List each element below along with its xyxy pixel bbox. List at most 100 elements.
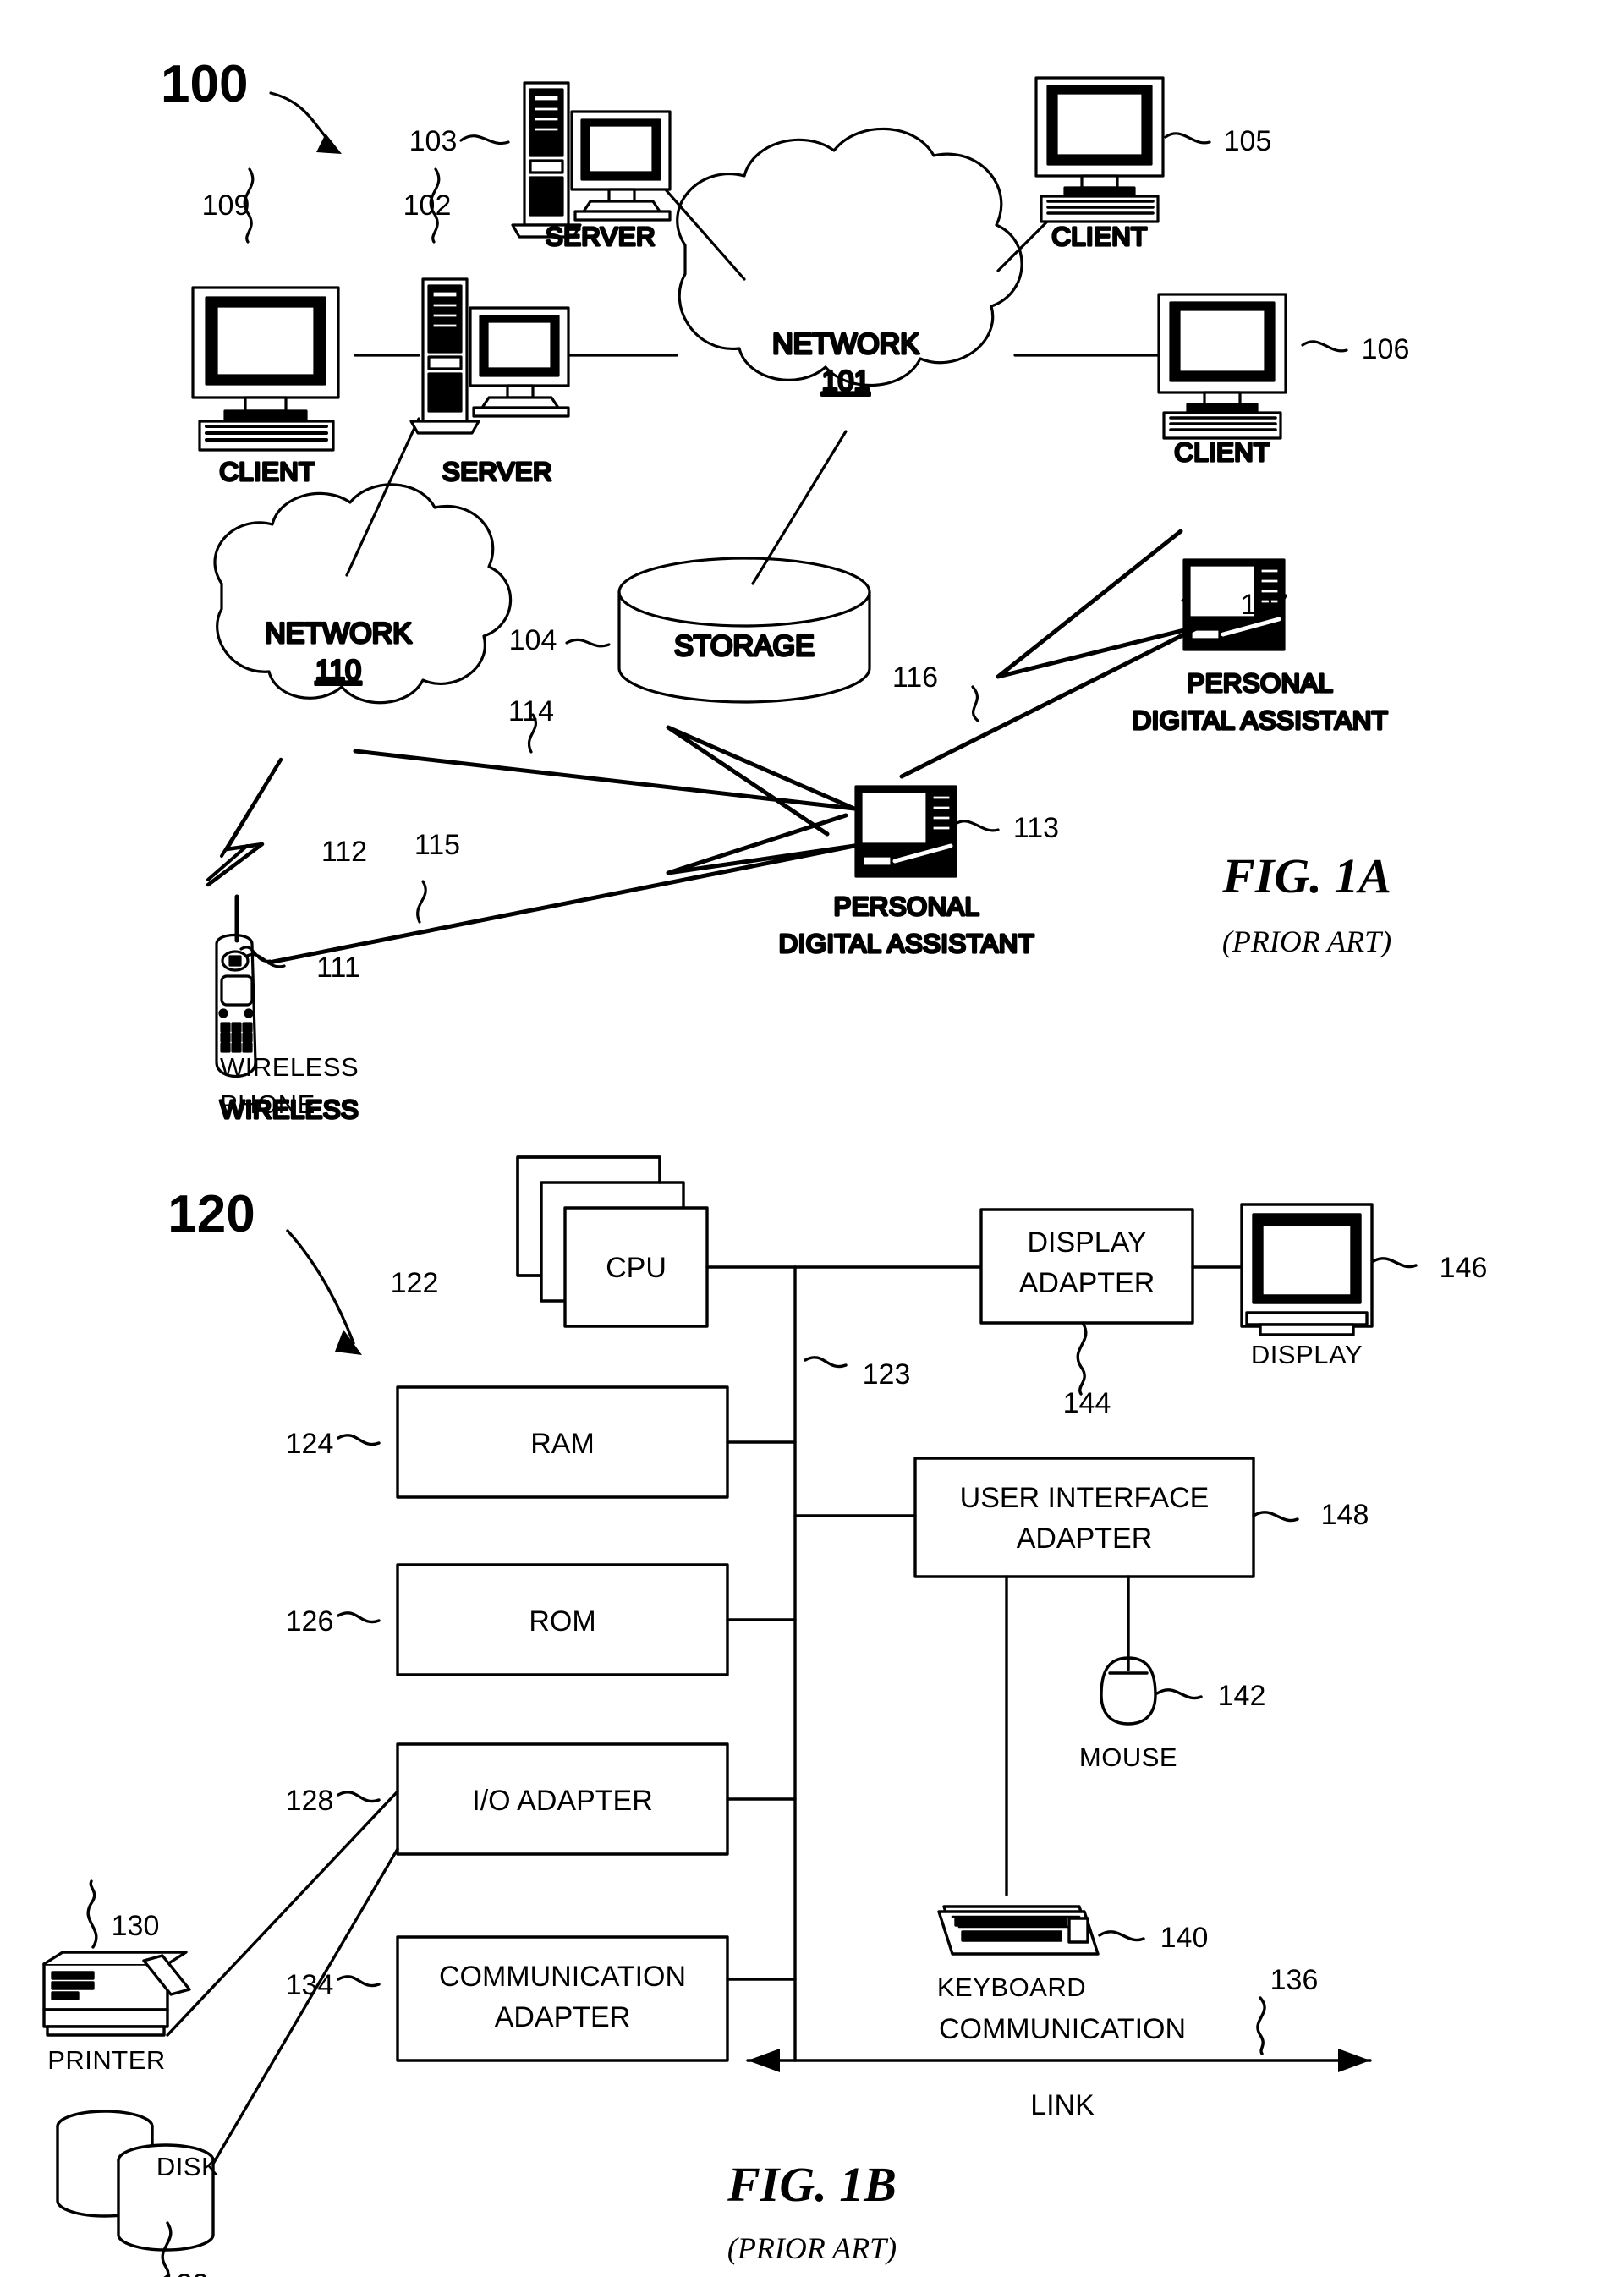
server-102-label: SERVER [442,457,552,486]
client-106-label: CLIENT [1174,437,1270,467]
keyboard-label: KEYBOARD [937,1972,1086,2002]
lead-100-arrowhead [316,134,342,154]
phone-111-label-b: PHONE [220,1089,315,1119]
ui-adapter-label-line1: USER INTERFACE [960,1482,1210,1514]
client-105-label: CLIENT [1051,222,1147,251]
comm-link-right-arrow [1338,2049,1370,2072]
server-102-icon [409,277,570,435]
lead-106 [1301,340,1348,353]
ref-104: 104 [509,624,557,656]
figure-1b-subtitle: (PRIOR ART) [727,2231,897,2265]
ref-130: 130 [112,1910,160,1942]
server-103-icon [511,81,672,239]
lead-103 [459,134,510,145]
bolt-114 [353,725,857,837]
printer-label: PRINTER [47,2045,166,2075]
ref-111: 111 [316,952,360,984]
ref-113: 113 [1013,812,1059,844]
disk-label: DISK [156,2152,219,2181]
ref-100: 100 [161,55,248,113]
ref-105: 105 [1224,125,1272,157]
ref-120: 120 [167,1185,255,1243]
comm-adapter-block [396,1935,729,2062]
printer-icon [42,1951,191,2037]
ref-136: 136 [1270,1964,1319,1996]
ref-148: 148 [1321,1499,1369,1531]
ref-102: 102 [403,189,452,222]
pda-107-label-line1: PERSONAL [1188,668,1334,698]
ref-122: 122 [391,1267,439,1299]
ref-103: 103 [409,125,458,157]
lead-146 [1370,1257,1418,1269]
figure-1b: CPU RAM ROM I/O ADAPTER COMMUNICATION AD… [0,1133,1624,2277]
lead-124 [337,1434,381,1446]
pda-113-label-line1: PERSONAL [834,892,980,921]
communication-link-line1: COMMUNICATION [939,2013,1186,2045]
lead-140 [1098,1930,1145,1942]
ref-106: 106 [1362,333,1410,365]
comm-adapter-label-line1: COMMUNICATION [439,1961,686,1993]
ref-112: 112 [321,836,367,868]
keyboard-icon [937,1905,1100,1956]
lead-144 [1076,1321,1088,1396]
lead-128 [337,1791,381,1803]
ref-128: 128 [286,1785,334,1817]
ref-124: 124 [286,1428,334,1460]
lead-100 [269,91,332,144]
network-110-ref: 110 [315,655,361,687]
ref-146: 146 [1440,1252,1488,1284]
display-adapter-label-line1: DISPLAY [1027,1226,1146,1259]
bolt-116 [899,529,1204,779]
mouse-icon [1100,1656,1157,1726]
ref-107: 107 [1241,589,1289,621]
figure-1b-title: FIG. 1B [727,2157,897,2212]
comm-adapter-label-line2: ADAPTER [495,2001,631,2033]
display-adapter-label-line2: ADAPTER [1019,1267,1155,1299]
lead-104 [565,638,611,648]
ref-114: 114 [508,695,554,727]
display-label: DISPLAY [1251,1340,1363,1369]
client-105-icon [1034,76,1165,223]
ref-126: 126 [286,1605,334,1638]
lead-136 [1256,1996,1266,2055]
ref-109: 109 [202,189,250,222]
ref-144: 144 [1063,1387,1111,1419]
network-101-ref: 101 [822,365,870,398]
ref-116: 116 [892,661,938,694]
lead-115 [416,880,427,924]
cloud-network-110 [213,483,513,705]
comm-link-left-arrow [748,2049,780,2072]
client-109-icon [191,286,340,452]
link-102-110 [345,417,420,577]
storage-label: STORAGE [674,630,815,662]
lead-130 [86,1879,98,1949]
lead-105 [1164,132,1211,145]
ui-adapter-label-line2: ADAPTER [1017,1523,1153,1555]
client-109-label: CLIENT [219,457,315,486]
network-101-label: NETWORK [772,328,919,360]
ram-label: RAM [530,1428,595,1460]
lead-126 [337,1611,381,1624]
wireless-phone-111-icon [215,894,257,1078]
lead-134 [337,1975,381,1988]
lead-113 [952,820,1000,832]
ui-adapter-block [914,1457,1255,1578]
link-disk-io [211,1847,399,2165]
ref-140: 140 [1160,1922,1209,1954]
lead-123 [804,1356,848,1369]
display-monitor-icon [1240,1203,1374,1336]
io-adapter-label: I/O ADAPTER [472,1785,653,1817]
figure-1a-title: FIG. 1A [1221,848,1391,903]
phone-111-label-a: WIRELESS [220,1052,359,1082]
mouse-label: MOUSE [1079,1742,1177,1772]
bolt-112-zigzag [206,757,283,887]
ref-134: 134 [286,1969,334,2001]
ref-142: 142 [1218,1680,1266,1712]
link-printer-io [166,1790,399,2037]
cpu-label: CPU [606,1252,667,1284]
ref-123: 123 [863,1358,911,1391]
communication-link-line2: LINK [1030,2089,1095,2121]
lead-148 [1252,1511,1299,1523]
lead-120 [286,1229,355,1345]
pda-113-label-line2: DIGITAL ASSISTANT [779,929,1035,958]
